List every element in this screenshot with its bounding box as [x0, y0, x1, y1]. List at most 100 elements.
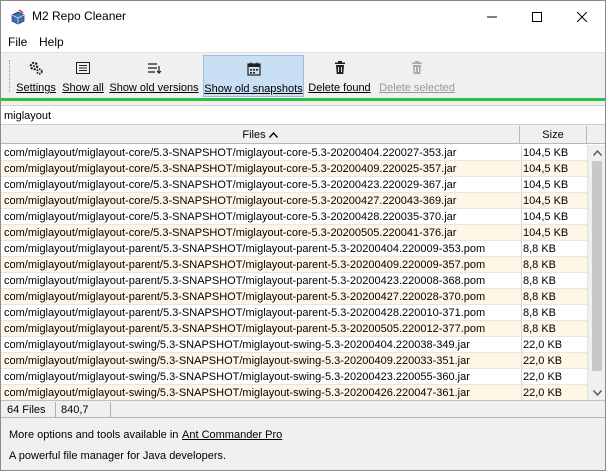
table-row[interactable]: com/miglayout/miglayout-core/5.3-SNAPSHO… — [1, 209, 587, 225]
file-size-cell: 22,0 KB — [521, 353, 585, 369]
table-header: Files Size — [1, 126, 605, 144]
table-row[interactable]: com/miglayout/miglayout-parent/5.3-SNAPS… — [1, 289, 587, 305]
filter-bar — [1, 105, 605, 125]
menu-file[interactable]: File — [8, 35, 27, 49]
table-row[interactable]: com/miglayout/miglayout-parent/5.3-SNAPS… — [1, 273, 587, 289]
sort-up-icon — [268, 129, 278, 141]
filter-input[interactable] — [4, 108, 594, 124]
close-icon — [576, 11, 587, 22]
column-header-size-label: Size — [542, 129, 564, 141]
file-path-cell: com/miglayout/miglayout-core/5.3-SNAPSHO… — [4, 163, 457, 175]
show-old-snapshots-label: Show old snapshots — [204, 83, 303, 95]
column-header-size[interactable]: Size — [520, 126, 587, 144]
delete-selected-button[interactable]: Delete selected — [377, 55, 457, 97]
show-all-label: Show all — [62, 82, 104, 94]
window-title: M2 Repo Cleaner — [32, 9, 127, 23]
file-size-cell: 8,8 KB — [521, 321, 585, 337]
status-file-count: 64 Files — [3, 402, 56, 418]
file-size-cell: 104,5 KB — [521, 225, 585, 241]
file-path-cell: com/miglayout/miglayout-parent/5.3-SNAPS… — [4, 291, 486, 303]
show-old-versions-button[interactable]: Show old versions — [108, 55, 200, 97]
promo-text: More options and tools available in — [9, 429, 179, 441]
table-row[interactable]: com/miglayout/miglayout-core/5.3-SNAPSHO… — [1, 225, 587, 241]
file-size-cell: 22,0 KB — [521, 385, 585, 400]
table-row[interactable]: com/miglayout/miglayout-parent/5.3-SNAPS… — [1, 241, 587, 257]
file-size-cell: 104,5 KB — [521, 145, 585, 161]
scroll-up-arrow-icon[interactable] — [592, 148, 602, 158]
file-path-cell: com/miglayout/miglayout-swing/5.3-SNAPSH… — [4, 371, 470, 383]
gears-icon — [28, 60, 44, 76]
file-size-cell: 8,8 KB — [521, 305, 585, 321]
table-body: com/miglayout/miglayout-core/5.3-SNAPSHO… — [1, 145, 587, 400]
toolbar-grip[interactable] — [9, 60, 10, 92]
table-row[interactable]: com/miglayout/miglayout-core/5.3-SNAPSHO… — [1, 145, 587, 161]
file-size-cell: 104,5 KB — [521, 161, 585, 177]
settings-button[interactable]: Settings — [13, 55, 59, 97]
status-total-size: 840,7 KB — [57, 402, 111, 432]
file-size-cell: 8,8 KB — [521, 241, 585, 257]
file-size-cell: 8,8 KB — [521, 289, 585, 305]
file-path-cell: com/miglayout/miglayout-core/5.3-SNAPSHO… — [4, 147, 457, 159]
table-row[interactable]: com/miglayout/miglayout-parent/5.3-SNAPS… — [1, 257, 587, 273]
table-row[interactable]: com/miglayout/miglayout-swing/5.3-SNAPSH… — [1, 369, 587, 385]
menu-help[interactable]: Help — [39, 35, 64, 49]
column-header-files-label: Files — [242, 129, 266, 141]
file-path-cell: com/miglayout/miglayout-parent/5.3-SNAPS… — [4, 323, 486, 335]
file-path-cell: com/miglayout/miglayout-core/5.3-SNAPSHO… — [4, 179, 457, 191]
table-row[interactable]: com/miglayout/miglayout-parent/5.3-SNAPS… — [1, 305, 587, 321]
file-path-cell: com/miglayout/miglayout-core/5.3-SNAPSHO… — [4, 227, 457, 239]
table-row[interactable]: com/miglayout/miglayout-core/5.3-SNAPSHO… — [1, 161, 587, 177]
maximize-button[interactable] — [514, 1, 559, 32]
minimize-button[interactable] — [469, 1, 514, 32]
show-all-button[interactable]: Show all — [61, 55, 105, 97]
table-row[interactable]: com/miglayout/miglayout-core/5.3-SNAPSHO… — [1, 177, 587, 193]
toolbar: Settings Show all Show old versions Show… — [1, 52, 605, 99]
file-path-cell: com/miglayout/miglayout-core/5.3-SNAPSHO… — [4, 195, 457, 207]
settings-label: Settings — [16, 82, 56, 94]
file-path-cell: com/miglayout/miglayout-parent/5.3-SNAPS… — [4, 259, 486, 271]
trash-icon — [409, 60, 425, 76]
file-size-cell: 22,0 KB — [521, 369, 585, 385]
file-size-cell: 8,8 KB — [521, 273, 585, 289]
trash-icon — [332, 60, 348, 76]
file-path-cell: com/miglayout/miglayout-swing/5.3-SNAPSH… — [4, 339, 470, 351]
toolbar-progress-line — [1, 98, 605, 101]
file-path-cell: com/miglayout/miglayout-swing/5.3-SNAPSH… — [4, 387, 470, 399]
menu-bar: File Help — [1, 32, 605, 52]
file-path-cell: com/miglayout/miglayout-parent/5.3-SNAPS… — [4, 275, 486, 287]
scroll-down-arrow-icon[interactable] — [592, 388, 602, 398]
scrollbar-thumb[interactable] — [592, 161, 602, 371]
table-row[interactable]: com/miglayout/miglayout-parent/5.3-SNAPS… — [1, 321, 587, 337]
table-row[interactable]: com/miglayout/miglayout-core/5.3-SNAPSHO… — [1, 193, 587, 209]
minimize-icon — [486, 16, 497, 17]
app-window: M2 Repo Cleaner File Help Settings Show … — [0, 0, 606, 471]
show-old-snapshots-button[interactable]: Show old snapshots — [203, 55, 304, 97]
promo-tagline: A powerful file manager for Java develop… — [9, 450, 227, 462]
file-path-cell: com/miglayout/miglayout-core/5.3-SNAPSHO… — [4, 211, 457, 223]
column-header-files[interactable]: Files — [1, 126, 520, 144]
file-size-cell: 104,5 KB — [521, 193, 585, 209]
file-size-cell: 22,0 KB — [521, 337, 585, 353]
table-row[interactable]: com/miglayout/miglayout-swing/5.3-SNAPSH… — [1, 337, 587, 353]
table-row[interactable]: com/miglayout/miglayout-swing/5.3-SNAPSH… — [1, 353, 587, 369]
files-table: Files Size com/miglayout/miglayout-core/… — [1, 126, 605, 401]
maximize-icon — [531, 11, 542, 22]
title-bar[interactable]: M2 Repo Cleaner — [1, 1, 605, 32]
table-row[interactable]: com/miglayout/miglayout-swing/5.3-SNAPSH… — [1, 385, 587, 400]
vertical-scrollbar[interactable] — [587, 145, 605, 400]
show-old-versions-label: Show old versions — [109, 82, 199, 94]
file-size-cell: 104,5 KB — [521, 177, 585, 193]
file-path-cell: com/miglayout/miglayout-parent/5.3-SNAPS… — [4, 243, 486, 255]
file-size-cell: 104,5 KB — [521, 209, 585, 225]
file-size-cell: 8,8 KB — [521, 257, 585, 273]
delete-found-label: Delete found — [308, 82, 371, 94]
file-path-cell: com/miglayout/miglayout-parent/5.3-SNAPS… — [4, 307, 486, 319]
filter-list-icon — [146, 60, 162, 76]
status-bar: 64 Files 840,7 KB — [1, 402, 605, 432]
list-icon — [75, 60, 91, 76]
delete-selected-label: Delete selected — [379, 82, 455, 94]
delete-found-button[interactable]: Delete found — [306, 55, 373, 97]
ant-commander-pro-link[interactable]: Ant Commander Pro — [182, 429, 282, 441]
close-button[interactable] — [559, 1, 604, 32]
file-path-cell: com/miglayout/miglayout-swing/5.3-SNAPSH… — [4, 355, 470, 367]
